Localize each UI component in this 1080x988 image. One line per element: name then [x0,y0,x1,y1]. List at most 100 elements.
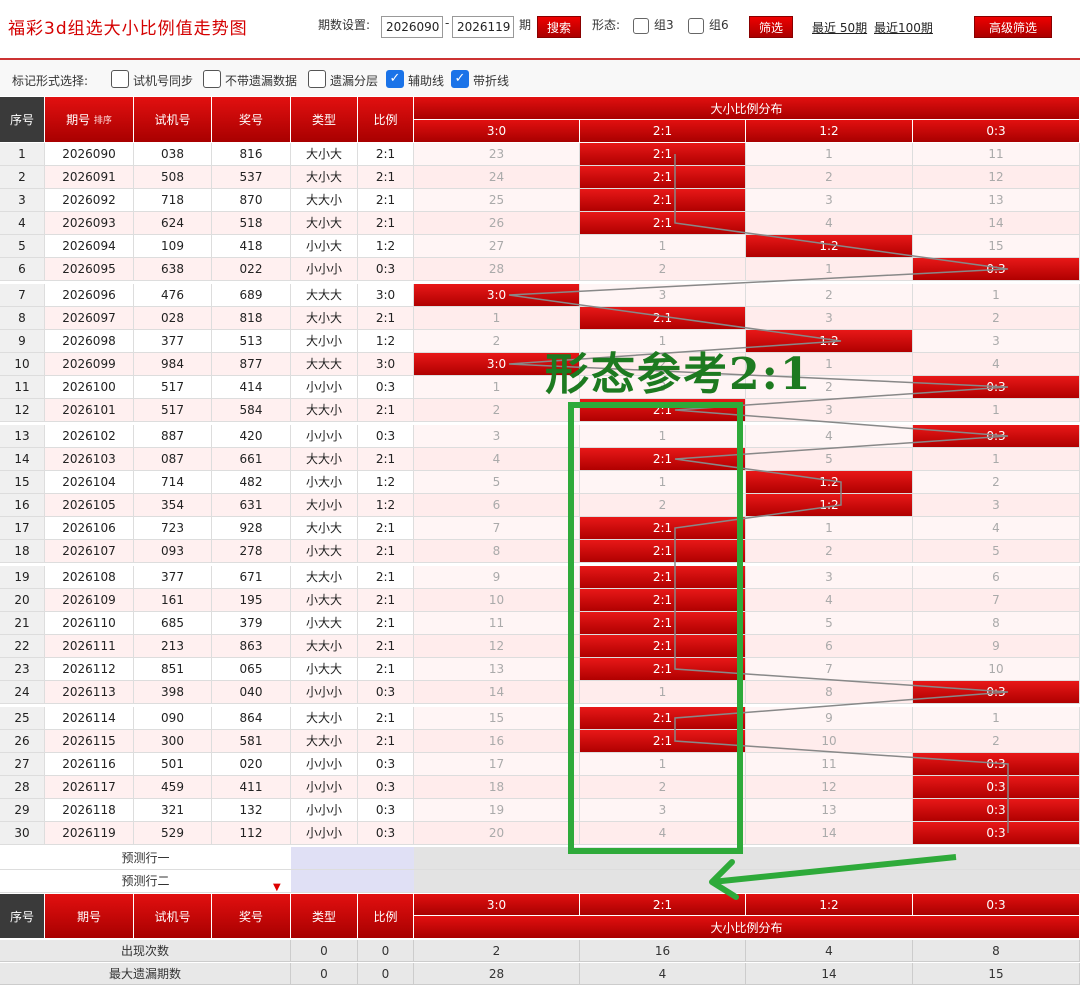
row-dist-03: 10 [913,658,1080,681]
row-dist-03: 12 [913,166,1080,189]
row-issue: 2026094 [45,235,134,258]
row-dist-12: 6 [746,635,913,658]
recent50-link[interactable]: 最近 50期 [812,19,867,36]
footer-header-prize: 奖号 [212,894,291,939]
header-issue-text: 期号 [66,113,91,127]
advanced-filter-button[interactable]: 高级筛选 [974,16,1052,38]
row-trial: 087 [134,448,212,471]
aux-line-checkbox[interactable]: ✓ [386,70,404,88]
row-dist-30: 5 [414,471,580,494]
row-dist-12: 5 [746,612,913,635]
row-type: 小小小 [291,258,358,281]
row-type: 大小大 [291,212,358,235]
zu3-checkbox[interactable] [633,18,649,34]
footer-header-col-12: 1:2 [746,894,913,916]
footer-header-type: 类型 [291,894,358,939]
row-trial: 517 [134,399,212,422]
row-dist-21: 2:1 [580,566,746,589]
row-dist-21: 1 [580,235,746,258]
row-seq: 21 [0,612,45,635]
row-issue: 2026101 [45,399,134,422]
row-issue: 2026109 [45,589,134,612]
row-issue: 2026116 [45,753,134,776]
row-dist-21: 2:1 [580,448,746,471]
row-prize: 379 [212,612,291,635]
search-button[interactable]: 搜索 [537,16,581,38]
row-ratio: 2:1 [358,212,414,235]
predict-row-1-input[interactable] [291,847,414,870]
row-dist-30: 20 [414,822,580,845]
sort-label[interactable]: 排序 [94,113,112,126]
row-trial: 038 [134,143,212,166]
filter-button[interactable]: 筛选 [749,16,793,38]
row-trial: 109 [134,235,212,258]
trial-sync-checkbox[interactable] [111,70,129,88]
period-to-input[interactable]: 2026119 [452,16,514,38]
row-dist-30: 12 [414,635,580,658]
row-seq: 26 [0,730,45,753]
no-miss-data-checkbox[interactable] [203,70,221,88]
row-type: 小小小 [291,681,358,704]
row-trial: 354 [134,494,212,517]
stat-maxmiss-03: 15 [913,963,1080,985]
predict-row-1-dist[interactable] [414,847,1080,870]
row-seq: 17 [0,517,45,540]
row-seq: 27 [0,753,45,776]
zu6-checkbox[interactable] [688,18,704,34]
row-prize: 278 [212,540,291,563]
row-prize: 863 [212,635,291,658]
row-issue: 2026102 [45,425,134,448]
predict-row-2-input[interactable] [291,870,414,893]
row-trial: 501 [134,753,212,776]
zu6-label: 组6 [709,18,729,32]
row-trial: 638 [134,258,212,281]
row-prize: 537 [212,166,291,189]
period-from-input[interactable]: 2026090 [381,16,443,38]
row-seq: 15 [0,471,45,494]
row-trial: 377 [134,566,212,589]
row-ratio: 2:1 [358,658,414,681]
row-trial: 090 [134,707,212,730]
row-trial: 714 [134,471,212,494]
row-dist-03: 4 [913,353,1080,376]
row-ratio: 1:2 [358,330,414,353]
row-dist-03: 3 [913,494,1080,517]
predict-row-2-dist[interactable] [414,870,1080,893]
recent100-link[interactable]: 最近100期 [874,19,933,36]
row-type: 小大大 [291,540,358,563]
row-seq: 6 [0,258,45,281]
row-seq: 25 [0,707,45,730]
header-ratio: 比例 [358,97,414,143]
row-dist-03: 4 [913,517,1080,540]
row-dist-30: 7 [414,517,580,540]
row-prize: 065 [212,658,291,681]
row-dist-21: 2 [580,494,746,517]
row-trial: 851 [134,658,212,681]
row-issue: 2026105 [45,494,134,517]
row-issue: 2026099 [45,353,134,376]
row-type: 大小大 [291,307,358,330]
row-seq: 7 [0,284,45,307]
row-dist-21: 2 [580,258,746,281]
header-issue[interactable]: 期号 排序 [45,97,134,143]
miss-layer-checkbox[interactable] [308,70,326,88]
row-trial: 161 [134,589,212,612]
row-ratio: 3:0 [358,284,414,307]
row-seq: 22 [0,635,45,658]
row-issue: 2026118 [45,799,134,822]
footer-header-seq: 序号 [0,894,45,939]
row-dist-03: 1 [913,284,1080,307]
row-dist-12: 13 [746,799,913,822]
row-dist-30: 1 [414,307,580,330]
row-trial: 093 [134,540,212,563]
row-seq: 10 [0,353,45,376]
polyline-checkbox[interactable]: ✓ [451,70,469,88]
arrow-down-icon[interactable]: ▼ [273,882,281,893]
stat-maxmiss-label: 最大遗漏期数 [0,963,291,985]
row-dist-03: 1 [913,448,1080,471]
stat-maxmiss-21: 4 [580,963,746,985]
row-issue: 2026091 [45,166,134,189]
predict-row-2-label: 预测行二 [0,870,291,893]
row-trial: 476 [134,284,212,307]
row-prize: 518 [212,212,291,235]
